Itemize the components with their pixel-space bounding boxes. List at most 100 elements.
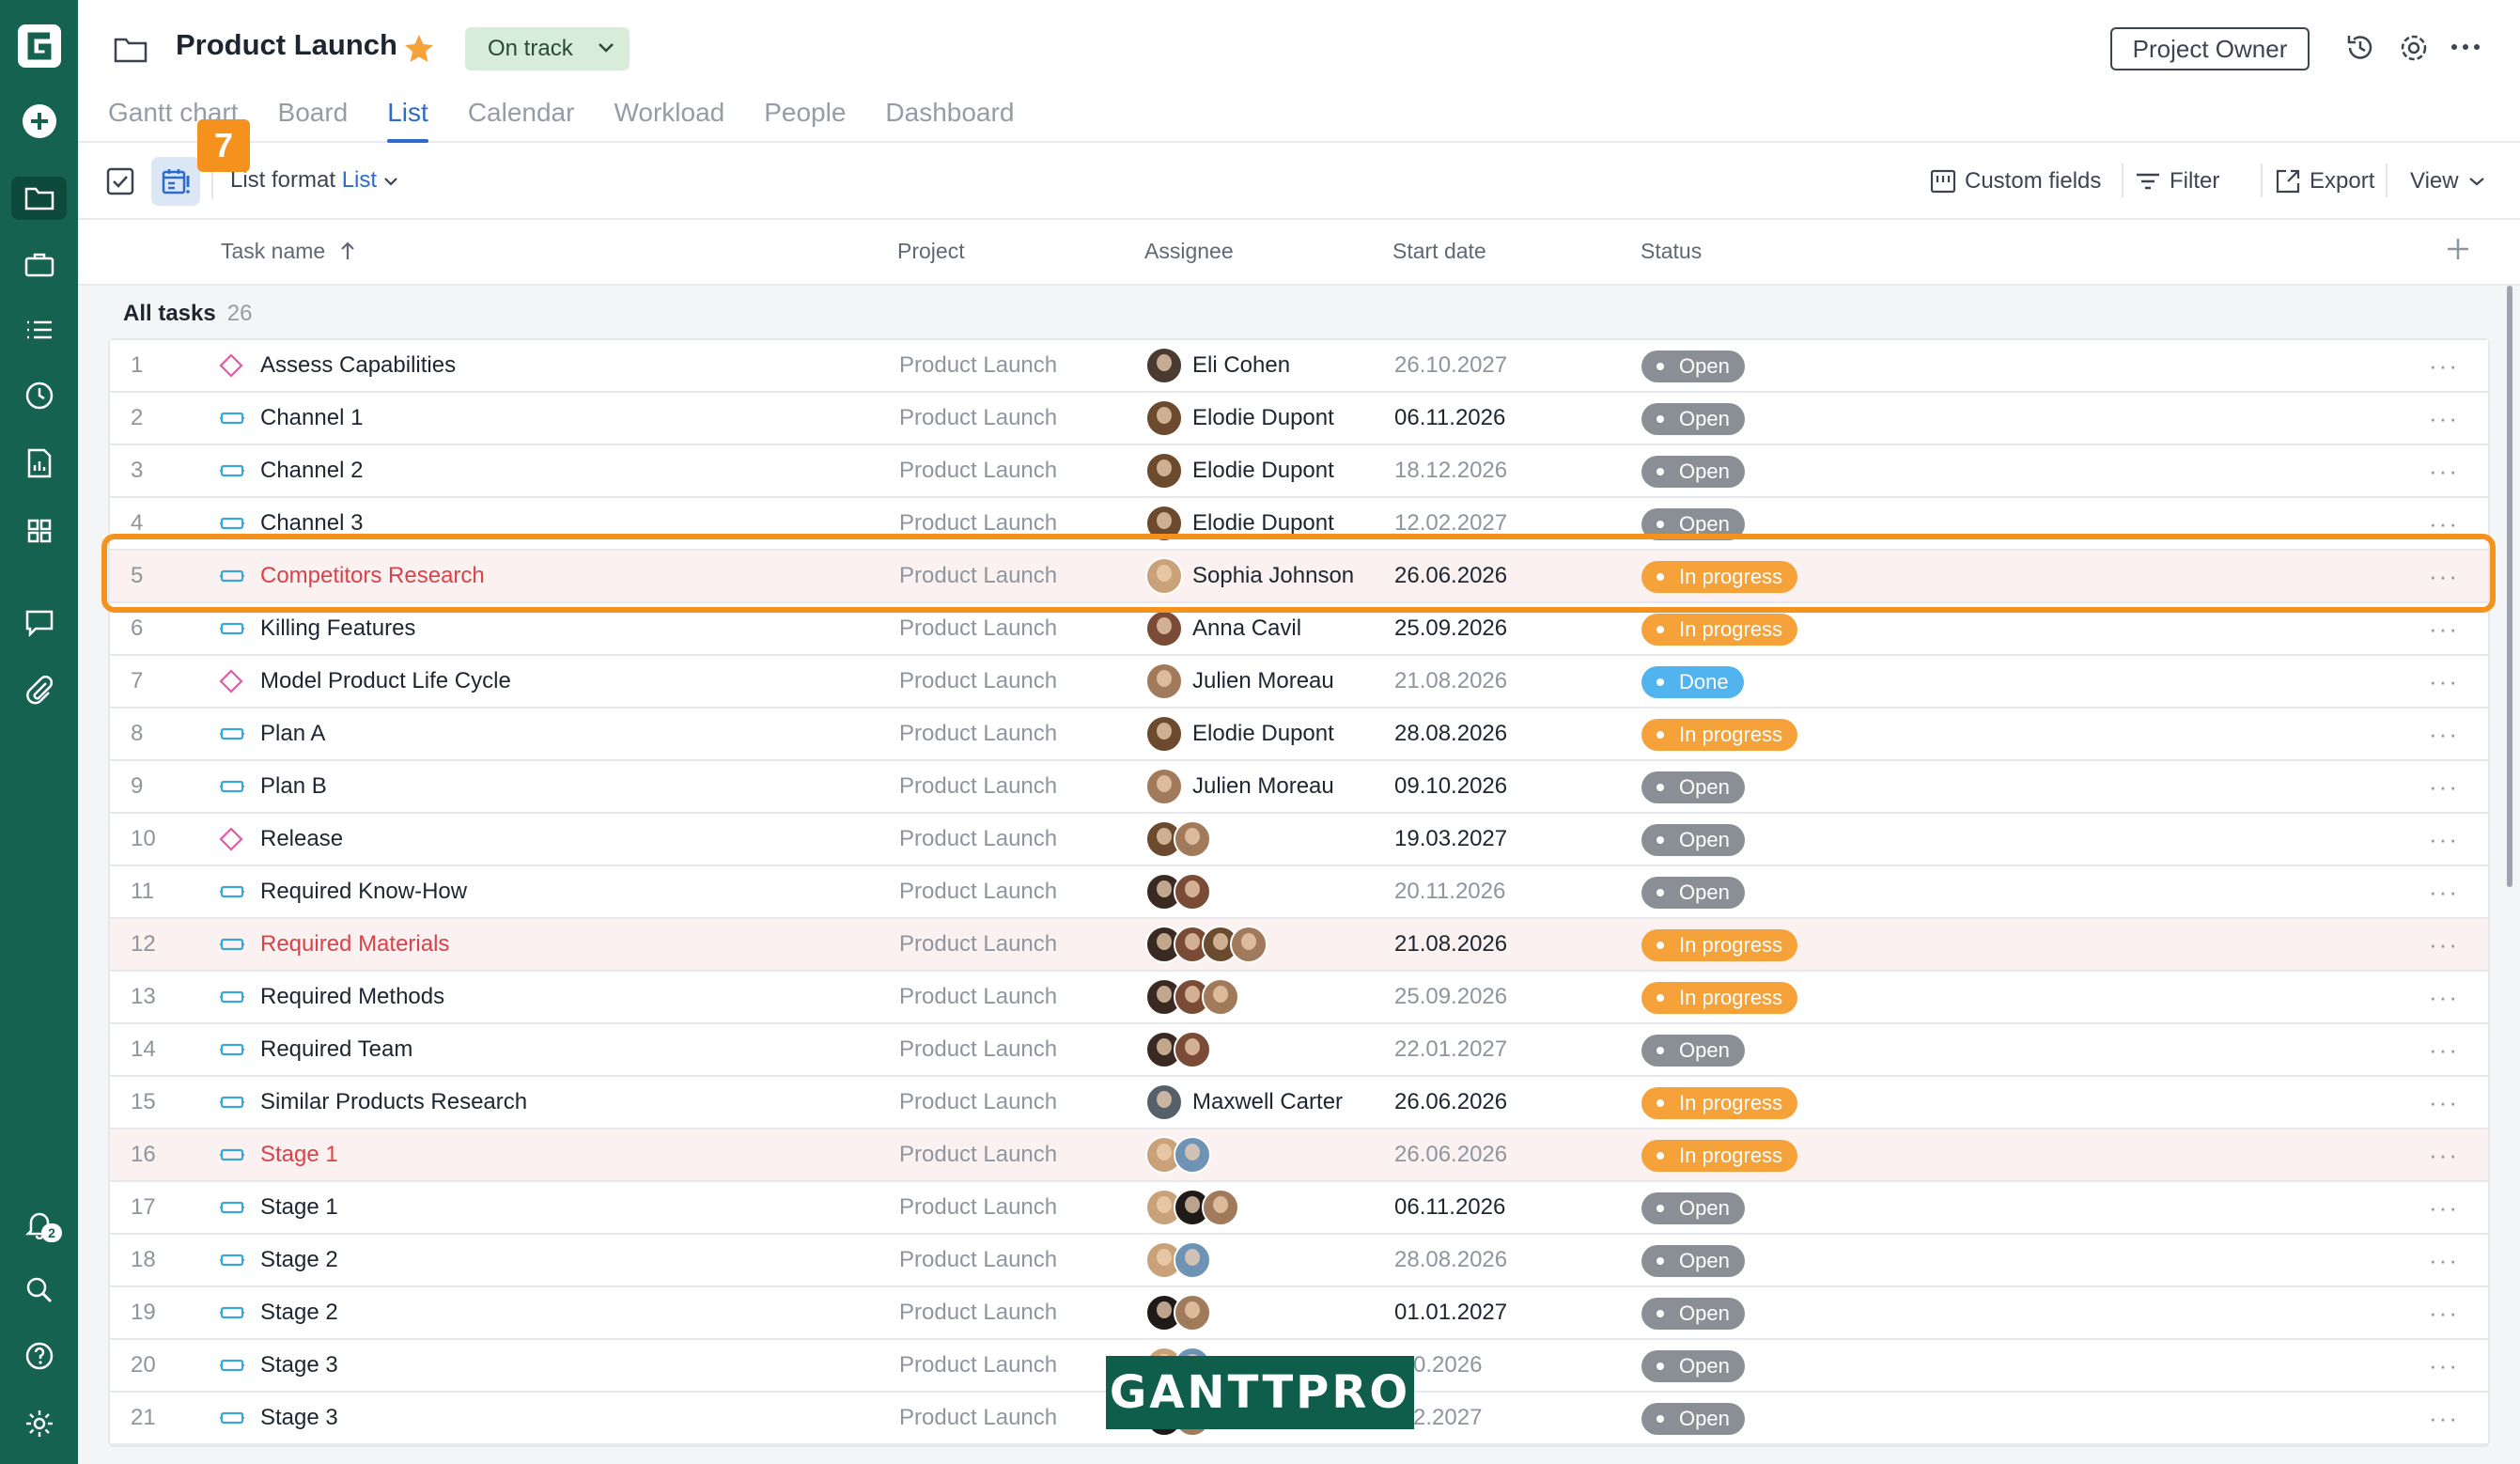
row-more-options-icon[interactable]: ··· <box>2429 393 2459 444</box>
table-row[interactable]: 8 Plan A Product Launch Elodie Dupont 28.08.… <box>110 709 2488 761</box>
task-assignee[interactable] <box>1145 919 1268 970</box>
task-start-date[interactable]: 20.11.2026 <box>1394 866 1505 917</box>
row-more-options-icon[interactable]: ··· <box>2429 919 2459 970</box>
row-more-options-icon[interactable]: ··· <box>2429 1024 2459 1075</box>
task-status[interactable]: Open <box>1641 350 1745 382</box>
task-status[interactable]: In progress <box>1641 614 1798 646</box>
task-start-date[interactable]: 25.09.2026 <box>1394 603 1507 654</box>
task-name[interactable]: Stage 1 <box>260 1182 338 1233</box>
column-project[interactable]: Project <box>897 239 965 264</box>
tab-workload[interactable]: Workload <box>614 94 724 143</box>
task-name[interactable]: Competitors Research <box>260 551 485 601</box>
custom-fields-button[interactable]: Custom fields <box>1929 164 2101 199</box>
task-assignee[interactable] <box>1145 1182 1239 1233</box>
task-status[interactable]: Open <box>1641 1298 1745 1330</box>
status-badge[interactable]: Open <box>1641 1245 1745 1277</box>
status-badge[interactable]: Open <box>1641 1192 1745 1224</box>
task-name[interactable]: Stage 1 <box>260 1129 338 1180</box>
task-status[interactable]: In progress <box>1641 1087 1798 1119</box>
table-row[interactable]: 15 Similar Products Research Product Launc… <box>110 1077 2488 1129</box>
tab-dashboard[interactable]: Dashboard <box>885 94 1014 143</box>
task-name[interactable]: Stage 3 <box>260 1340 338 1391</box>
column-task-name[interactable]: Task name <box>221 239 356 264</box>
task-status[interactable]: Open <box>1641 771 1745 803</box>
search-icon[interactable] <box>11 1269 67 1312</box>
task-name[interactable]: Channel 1 <box>260 393 363 444</box>
task-assignee[interactable]: Elodie Dupont <box>1145 709 1334 759</box>
task-start-date[interactable]: 06.11.2026 <box>1394 393 1505 444</box>
table-row[interactable]: 7 Model Product Life Cycle Product Launch J… <box>110 656 2488 709</box>
task-status[interactable]: In progress <box>1641 719 1798 751</box>
task-assignee[interactable] <box>1145 1129 1211 1180</box>
task-name[interactable]: Plan B <box>260 761 327 812</box>
task-start-date[interactable]: 22.01.2027 <box>1394 1024 1507 1075</box>
project-status-dropdown[interactable]: On track <box>465 27 630 70</box>
filter-button[interactable]: Filter <box>2134 164 2219 199</box>
favorite-star-icon[interactable] <box>403 34 435 69</box>
task-assignee[interactable]: Anna Cavil <box>1145 603 1301 654</box>
task-status[interactable]: In progress <box>1641 561 1798 593</box>
task-name[interactable]: Killing Features <box>260 603 415 654</box>
table-row[interactable]: 1 Assess Capabilities Product Launch Eli Co… <box>110 340 2488 393</box>
task-start-date[interactable]: 19.03.2027 <box>1394 814 1507 864</box>
table-row[interactable]: 5 Competitors Research Product Launch Sophi… <box>110 551 2488 603</box>
task-name[interactable]: Stage 3 <box>260 1393 338 1443</box>
status-badge[interactable]: Open <box>1641 1350 1745 1382</box>
status-badge[interactable]: In progress <box>1641 719 1798 751</box>
task-start-date[interactable]: 26.10.2027 <box>1394 340 1507 391</box>
table-row[interactable]: 3 Channel 2 Product Launch Elodie Dupont 18.… <box>110 445 2488 498</box>
add-column-plus-icon[interactable] <box>2445 236 2471 267</box>
task-status[interactable]: Open <box>1641 1350 1745 1382</box>
task-name[interactable]: Assess Capabilities <box>260 340 456 391</box>
task-name[interactable]: Model Product Life Cycle <box>260 656 511 707</box>
table-row[interactable]: 6 Killing Features Product Launch Anna Cavi… <box>110 603 2488 656</box>
table-row[interactable]: 19 Stage 2 Product Launch 01.01.2027 Open ··· <box>110 1287 2488 1340</box>
status-badge[interactable]: Open <box>1641 824 1745 856</box>
task-name[interactable]: Stage 2 <box>260 1235 338 1285</box>
table-row[interactable]: 9 Plan B Product Launch Julien Moreau 09.10.… <box>110 761 2488 814</box>
table-row[interactable]: 13 Required Methods Product Launch 25.09.20… <box>110 972 2488 1024</box>
task-assignee[interactable] <box>1145 1235 1211 1285</box>
row-more-options-icon[interactable]: ··· <box>2429 1340 2459 1391</box>
select-all-checkbox-icon[interactable] <box>106 167 134 200</box>
row-more-options-icon[interactable]: ··· <box>2429 1393 2459 1443</box>
status-badge[interactable]: In progress <box>1641 1087 1798 1119</box>
row-more-options-icon[interactable]: ··· <box>2429 814 2459 864</box>
task-status[interactable]: Open <box>1641 1403 1745 1435</box>
view-dropdown[interactable]: View <box>2410 164 2493 199</box>
status-badge[interactable]: Open <box>1641 508 1745 540</box>
column-status[interactable]: Status <box>1641 239 1702 264</box>
task-start-date[interactable]: 21.08.2026 <box>1394 919 1507 970</box>
task-status[interactable]: Open <box>1641 824 1745 856</box>
task-status[interactable]: In progress <box>1641 982 1798 1014</box>
help-question-icon[interactable] <box>11 1334 67 1378</box>
time-tracking-clock-icon[interactable] <box>11 374 67 417</box>
task-status[interactable]: Done <box>1641 666 1744 698</box>
row-more-options-icon[interactable]: ··· <box>2429 709 2459 759</box>
task-status[interactable]: In progress <box>1641 929 1798 961</box>
ganttpro-logo[interactable] <box>18 24 61 68</box>
table-row[interactable]: 18 Stage 2 Product Launch 28.08.2026 Open ··· <box>110 1235 2488 1287</box>
notifications-bell-icon[interactable]: 2 <box>11 1203 67 1246</box>
row-more-options-icon[interactable]: ··· <box>2429 498 2459 549</box>
create-new-icon[interactable] <box>11 100 67 143</box>
task-assignee[interactable]: Elodie Dupont <box>1145 445 1334 496</box>
row-more-options-icon[interactable]: ··· <box>2429 1077 2459 1128</box>
table-row[interactable]: 12 Required Materials Product Launch 21.08.… <box>110 919 2488 972</box>
status-badge[interactable]: Open <box>1641 350 1745 382</box>
status-badge[interactable]: Open <box>1641 1298 1745 1330</box>
task-assignee[interactable] <box>1145 1024 1211 1075</box>
status-badge[interactable]: Open <box>1641 771 1745 803</box>
column-start-date[interactable]: Start date <box>1392 239 1486 264</box>
row-more-options-icon[interactable]: ··· <box>2429 445 2459 496</box>
status-badge[interactable]: Open <box>1641 1035 1745 1067</box>
task-assignee[interactable] <box>1145 972 1239 1022</box>
table-row[interactable]: 2 Channel 1 Product Launch Elodie Dupont 06.… <box>110 393 2488 445</box>
status-badge[interactable]: In progress <box>1641 929 1798 961</box>
row-more-options-icon[interactable]: ··· <box>2429 972 2459 1022</box>
history-icon[interactable] <box>2344 32 2376 69</box>
task-start-date[interactable]: 26.06.2026 <box>1394 1077 1507 1128</box>
task-status[interactable]: Open <box>1641 403 1745 435</box>
tab-people[interactable]: People <box>764 94 846 143</box>
task-assignee[interactable]: Elodie Dupont <box>1145 393 1334 444</box>
